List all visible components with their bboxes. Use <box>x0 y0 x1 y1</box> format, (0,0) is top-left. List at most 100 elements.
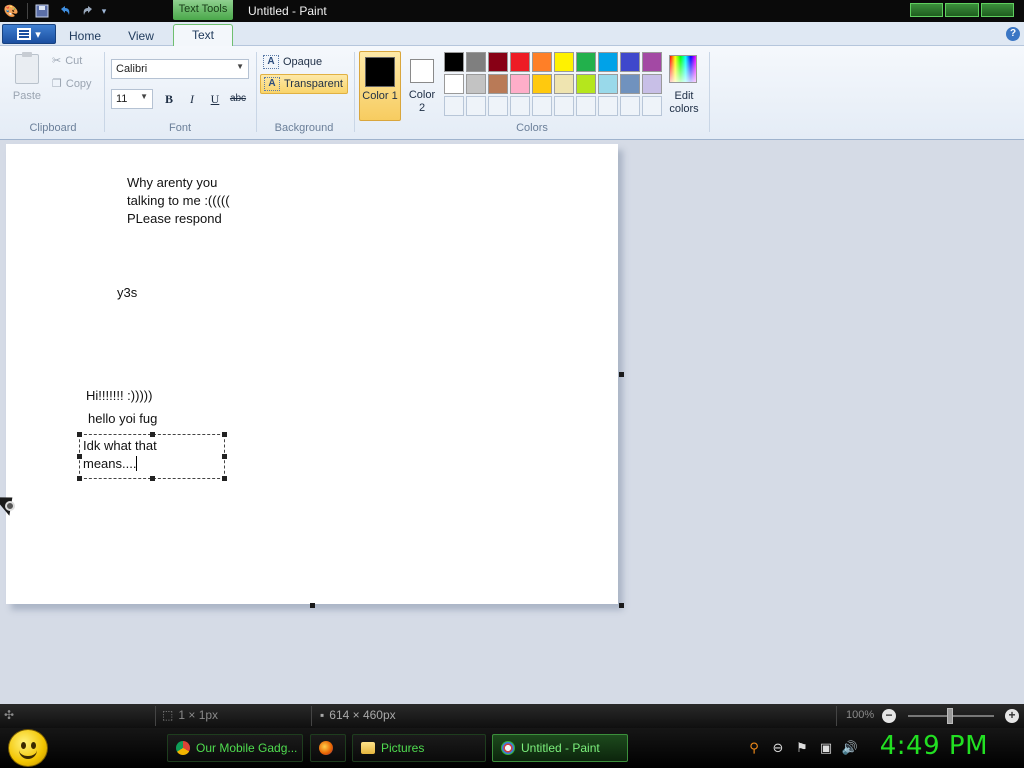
edit-colors-button[interactable]: Edit colors <box>666 52 702 122</box>
palette-swatch[interactable] <box>466 52 486 72</box>
transparent-icon: A <box>264 77 280 91</box>
custom-color-slot[interactable] <box>510 96 530 116</box>
taskbar: Our Mobile Gadg... Pictures Untitled - P… <box>0 728 1024 768</box>
network-icon[interactable]: ▣ <box>818 740 834 756</box>
transparent-label: Transparent <box>284 78 343 90</box>
status-separator <box>155 706 156 726</box>
palette-swatch[interactable] <box>488 74 508 94</box>
close-button[interactable] <box>980 3 1014 17</box>
active-text-box[interactable]: Idk what that means.... <box>77 432 227 481</box>
resize-handle[interactable] <box>222 476 227 481</box>
resize-handle[interactable] <box>77 454 82 459</box>
zoom-slider-thumb[interactable] <box>947 708 953 724</box>
text-box-content[interactable]: Idk what that means.... <box>83 437 157 473</box>
resize-handle[interactable] <box>77 432 82 437</box>
taskbar-item-chrome[interactable]: Our Mobile Gadg... <box>167 734 303 762</box>
cut-button[interactable]: ✂ Cut <box>52 54 82 68</box>
canvas-text: Why arenty you <box>127 175 218 190</box>
copy-label: Copy <box>65 77 92 90</box>
paint-app-icon[interactable]: 🎨 <box>2 3 20 19</box>
custom-color-slot[interactable] <box>554 96 574 116</box>
palette-swatch[interactable] <box>554 74 574 94</box>
underline-button[interactable]: U <box>205 89 225 109</box>
bold-button[interactable]: B <box>159 89 179 109</box>
canvas-resize-handle-bottom[interactable] <box>310 603 315 608</box>
palette-swatch[interactable] <box>620 52 640 72</box>
tab-home[interactable]: Home <box>64 26 106 46</box>
custom-color-slot[interactable] <box>444 96 464 116</box>
canvas-resize-handle-corner[interactable] <box>619 603 624 608</box>
volume-icon[interactable]: 🔊 <box>842 740 858 756</box>
palette-swatch[interactable] <box>598 52 618 72</box>
custom-color-slot[interactable] <box>642 96 662 116</box>
paste-button[interactable]: Paste <box>10 52 44 104</box>
messenger-status-icon[interactable]: ⊖ <box>770 740 786 756</box>
font-size-select[interactable]: 11 ▼ <box>111 89 153 109</box>
color2-button[interactable]: Color 2 <box>405 51 439 121</box>
palette-swatch[interactable] <box>620 74 640 94</box>
help-icon[interactable]: ? <box>1006 27 1020 41</box>
palette-swatch[interactable] <box>554 52 574 72</box>
palette-swatch[interactable] <box>444 52 464 72</box>
custom-color-slot[interactable] <box>576 96 596 116</box>
palette-swatch[interactable] <box>466 74 486 94</box>
palette-swatch[interactable] <box>510 74 530 94</box>
resize-handle[interactable] <box>150 476 155 481</box>
palette-swatch[interactable] <box>642 74 662 94</box>
maximize-button[interactable] <box>945 3 979 17</box>
canvas-workspace: Why arenty you talking to me :((((( PLea… <box>0 141 1024 700</box>
color1-button[interactable]: Color 1 <box>359 51 401 121</box>
taskbar-item-pictures[interactable]: Pictures <box>352 734 486 762</box>
font-family-select[interactable]: Calibri ▼ <box>111 59 249 79</box>
strikethrough-button[interactable]: abc <box>228 89 248 109</box>
tab-text[interactable]: Text <box>173 24 233 47</box>
zoom-in-button[interactable]: + <box>1005 709 1019 723</box>
zoom-out-button[interactable]: − <box>882 709 896 723</box>
action-center-flag-icon[interactable]: ⚑ <box>794 740 810 756</box>
resize-handle[interactable] <box>222 432 227 437</box>
palette-swatch[interactable] <box>488 52 508 72</box>
save-icon[interactable] <box>33 3 51 19</box>
palette-swatch[interactable] <box>532 74 552 94</box>
taskbar-item-firefox[interactable] <box>310 734 346 762</box>
copy-button[interactable]: ❐ Copy <box>52 77 92 91</box>
palette-swatch[interactable] <box>576 52 596 72</box>
transparent-button[interactable]: A Transparent <box>260 74 348 94</box>
custom-color-slot[interactable] <box>488 96 508 116</box>
palette-swatch[interactable] <box>532 52 552 72</box>
taskbar-item-paint[interactable]: Untitled - Paint <box>492 734 628 762</box>
customize-quick-access-icon[interactable]: ▾ <box>98 3 110 19</box>
taskbar-clock[interactable]: 4:49 PM <box>880 731 988 761</box>
custom-color-slot[interactable] <box>532 96 552 116</box>
taskbar-item-label: Our Mobile Gadg... <box>196 741 298 755</box>
palette-swatch[interactable] <box>598 74 618 94</box>
search-icon[interactable]: ⚲ <box>746 740 762 756</box>
edit-colors-label: Edit colors <box>669 90 699 115</box>
palette-swatch[interactable] <box>510 52 530 72</box>
redo-icon[interactable] <box>79 3 97 19</box>
resize-handle[interactable] <box>222 454 227 459</box>
color1-label: Color 1 <box>362 90 398 102</box>
resize-handle[interactable] <box>77 476 82 481</box>
palette-swatch[interactable] <box>576 74 596 94</box>
minimize-button[interactable] <box>910 3 944 17</box>
palette-swatch[interactable] <box>642 52 662 72</box>
custom-color-slot[interactable] <box>466 96 486 116</box>
smiley-eye <box>21 742 26 749</box>
title-bar: 🎨 ▾ Text Tools Untitled - Paint <box>0 0 1024 22</box>
tab-view[interactable]: View <box>122 26 160 46</box>
start-button[interactable] <box>8 729 48 767</box>
busy-cursor-icon <box>5 501 15 511</box>
opaque-label: Opaque <box>283 56 323 68</box>
drawing-canvas[interactable]: Why arenty you talking to me :((((( PLea… <box>6 144 618 604</box>
undo-icon[interactable] <box>56 3 74 19</box>
custom-color-slot[interactable] <box>620 96 640 116</box>
custom-color-slot[interactable] <box>598 96 618 116</box>
paint-menu-button[interactable]: ▾ <box>2 24 56 44</box>
italic-button[interactable]: I <box>182 89 202 109</box>
canvas-resize-handle-right[interactable] <box>619 372 624 377</box>
palette-swatch[interactable] <box>444 74 464 94</box>
paste-label: Paste <box>12 90 42 102</box>
opaque-button[interactable]: A Opaque <box>260 52 348 72</box>
canvas-size-icon: ▪ <box>320 708 325 722</box>
